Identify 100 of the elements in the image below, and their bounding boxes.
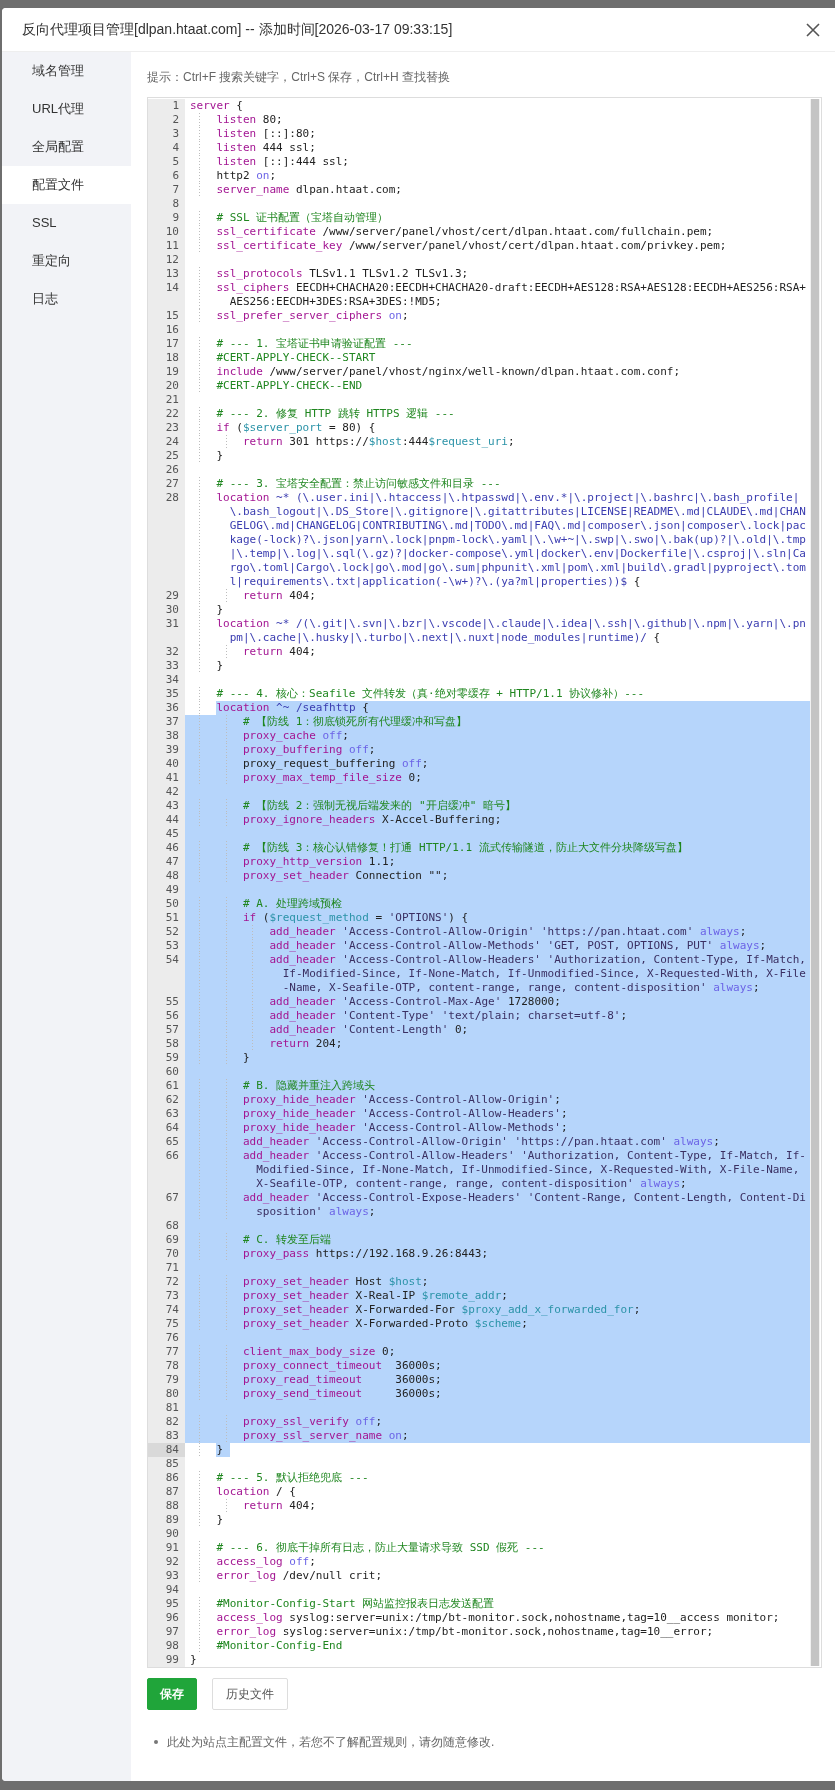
line-number: 56: [165, 1009, 179, 1022]
code-line: # --- 4. 核心：Seafile 文件转发（真·绝对零缓存 + HTTP/1.1 协议修补）---: [185, 687, 810, 701]
code-line: }: [185, 1513, 810, 1527]
line-number: 86: [165, 1471, 179, 1484]
line-number: 6: [172, 169, 179, 182]
line-number: 81: [165, 1401, 179, 1414]
code-line: server_name dlpan.htaat.com;: [185, 183, 810, 197]
line-number: 98: [165, 1639, 179, 1652]
line-number: 60: [165, 1065, 179, 1078]
code-line: ssl_certificate_key /www/server/panel/vhost/cert/dlpan.htaat.com/privkey.pem;: [185, 239, 810, 253]
line-number: 25: [165, 449, 179, 462]
sidebar-item[interactable]: SSL: [2, 204, 131, 242]
line-number: 29: [165, 589, 179, 602]
code-line: listen [::]:444 ssl;: [185, 155, 810, 169]
history-button[interactable]: 历史文件: [212, 1678, 288, 1710]
line-number: 50: [165, 897, 179, 910]
line-number: 24: [165, 435, 179, 448]
code-line: return 404;: [185, 1499, 810, 1513]
line-number: 16: [165, 323, 179, 336]
code-line: #CERT-APPLY-CHECK--END: [185, 379, 810, 393]
line-number: 8: [172, 197, 179, 210]
line-number: 71: [165, 1261, 179, 1274]
line-number: 99: [165, 1653, 179, 1666]
line-number: 32: [165, 645, 179, 658]
code-line: location ~* (\.user.ini|\.htaccess|\.htpasswd|\.env.*|\.project|\.bashrc|\.bash_profile|\.bash_logout|\.DS_Store|\.gitignore|\.gitattributes|LICENSE|README\.md|CLAUDE\.md|CHANGELOG\.md|CHANGELOG|CONTRIBUTING\.md|TODO\.md|FAQ\.md|composer\.json|composer\.lock|package(-lock)?\.json|yarn\.lock|pnpm-lock\.yaml|\.\w+~|\.swp|\.swo|\.bak(up)?|\.old|\.tmp|\.temp|\.log|\.sql(\.gz)?|docker-compose\.yml|docker\.env|Dockerfile|\.csproj|\.sln|Cargo\.toml|Cargo\.lock|go\.mod|go\.sum|phpunit\.xml|pom\.xml|build\.gradl|pyproject\.toml|requirements\.txt|application(-\w+)?\.(ya?ml|properties))$ {: [185, 491, 810, 589]
line-number: 89: [165, 1513, 179, 1526]
code-line: listen 444 ssl;: [185, 141, 810, 155]
line-number: 52: [165, 925, 179, 938]
line-number: 94: [165, 1583, 179, 1596]
line-number: 58: [165, 1037, 179, 1050]
line-number: 37: [165, 715, 179, 728]
line-number: 35: [165, 687, 179, 700]
line-number: 21: [165, 393, 179, 406]
line-number: 57: [165, 1023, 179, 1036]
code-line: return 301 https://$host:444$request_uri;: [185, 435, 810, 449]
sidebar-item[interactable]: URL代理: [2, 90, 131, 128]
line-number: 18: [165, 351, 179, 364]
line-number: 43: [165, 799, 179, 812]
code-line: location ~* /(\.git|\.svn|\.bzr|\.vscode|\.claude|\.idea|\.ssh|\.github|\.npm|\.yarn|\.pnpm|\.cache|\.husky|\.turbo|\.next|\.nuxt|node_modules|runtime)/ {: [185, 617, 810, 645]
line-number: 48: [165, 869, 179, 882]
code-line: ssl_protocols TLSv1.1 TLSv1.2 TLSv1.3;: [185, 267, 810, 281]
hint-text: 提示：Ctrl+F 搜索关键字，Ctrl+S 保存，Ctrl+H 查找替换: [147, 69, 451, 85]
sidebar-item[interactable]: 重定向: [2, 242, 131, 280]
sidebar-item[interactable]: 日志: [2, 280, 131, 318]
line-number: 47: [165, 855, 179, 868]
line-number: 53: [165, 939, 179, 952]
line-number: 22: [165, 407, 179, 420]
line-number: 9: [172, 211, 179, 224]
code-line: location / {: [185, 1485, 810, 1499]
line-number: 61: [165, 1079, 179, 1092]
line-number: 78: [165, 1359, 179, 1372]
line-number: 45: [165, 827, 179, 840]
note-text: 此处为站点主配置文件，若您不了解配置规则，请勿随意修改.: [167, 1734, 495, 1751]
sidebar-item[interactable]: 全局配置: [2, 128, 131, 166]
code-line: # --- 5. 默认拒绝兜底 ---: [185, 1471, 810, 1485]
code-line: error_log /dev/null crit;: [185, 1569, 810, 1583]
line-number: 55: [165, 995, 179, 1008]
line-number: 23: [165, 421, 179, 434]
code-line: listen [::]:80;: [185, 127, 810, 141]
line-number: 33: [165, 659, 179, 672]
code-editor[interactable]: [147, 97, 822, 1668]
code-line: # --- 2. 修复 HTTP 跳转 HTTPS 逻辑 ---: [185, 407, 810, 421]
line-number: 97: [165, 1625, 179, 1638]
line-number: 3: [172, 127, 179, 140]
code-line: server {: [189, 99, 244, 113]
line-number: 11: [165, 239, 179, 252]
line-number: 40: [165, 757, 179, 770]
code-line: }: [185, 449, 810, 463]
sidebar-item[interactable]: 配置文件: [2, 166, 131, 204]
line-number: 28: [165, 491, 179, 504]
line-number: 1: [172, 99, 179, 112]
line-number: 64: [165, 1121, 179, 1134]
code-line: error_log syslog:server=unix:/tmp/bt-monitor.sock,nohostname,tag=10__error;: [185, 1625, 810, 1639]
line-number: 67: [165, 1191, 179, 1204]
line-number: 20: [165, 379, 179, 392]
line-number: 69: [165, 1233, 179, 1246]
line-number: 15: [165, 309, 179, 322]
dialog-title: 反向代理项目管理[dlpan.htaat.com] -- 添加时间[2026-03-17 09:33:15]: [22, 20, 453, 39]
line-number: 19: [165, 365, 179, 378]
line-number: 51: [165, 911, 179, 924]
line-number: 90: [165, 1527, 179, 1540]
line-number: 54: [165, 953, 179, 966]
code-line: http2 on;: [185, 169, 810, 183]
scrollbar[interactable]: [810, 99, 820, 1666]
code-line: # --- 3. 宝塔安全配置：禁止访问敏感文件和目录 ---: [185, 477, 810, 491]
line-number: 44: [165, 813, 179, 826]
line-number: 73: [165, 1289, 179, 1302]
line-number: 59: [165, 1051, 179, 1064]
line-number: 4: [172, 141, 179, 154]
close-icon: [805, 21, 821, 38]
line-number: 38: [165, 729, 179, 742]
line-number: 36: [165, 701, 179, 714]
line-number: 2: [172, 113, 179, 126]
line-number: 79: [165, 1373, 179, 1386]
bullet-icon: [154, 1740, 158, 1744]
sidebar-item[interactable]: 域名管理: [2, 52, 131, 90]
line-number: 83: [165, 1429, 179, 1442]
code-line: listen 80;: [185, 113, 810, 127]
line-number: 42: [165, 785, 179, 798]
code-line: return 404;: [185, 589, 810, 603]
